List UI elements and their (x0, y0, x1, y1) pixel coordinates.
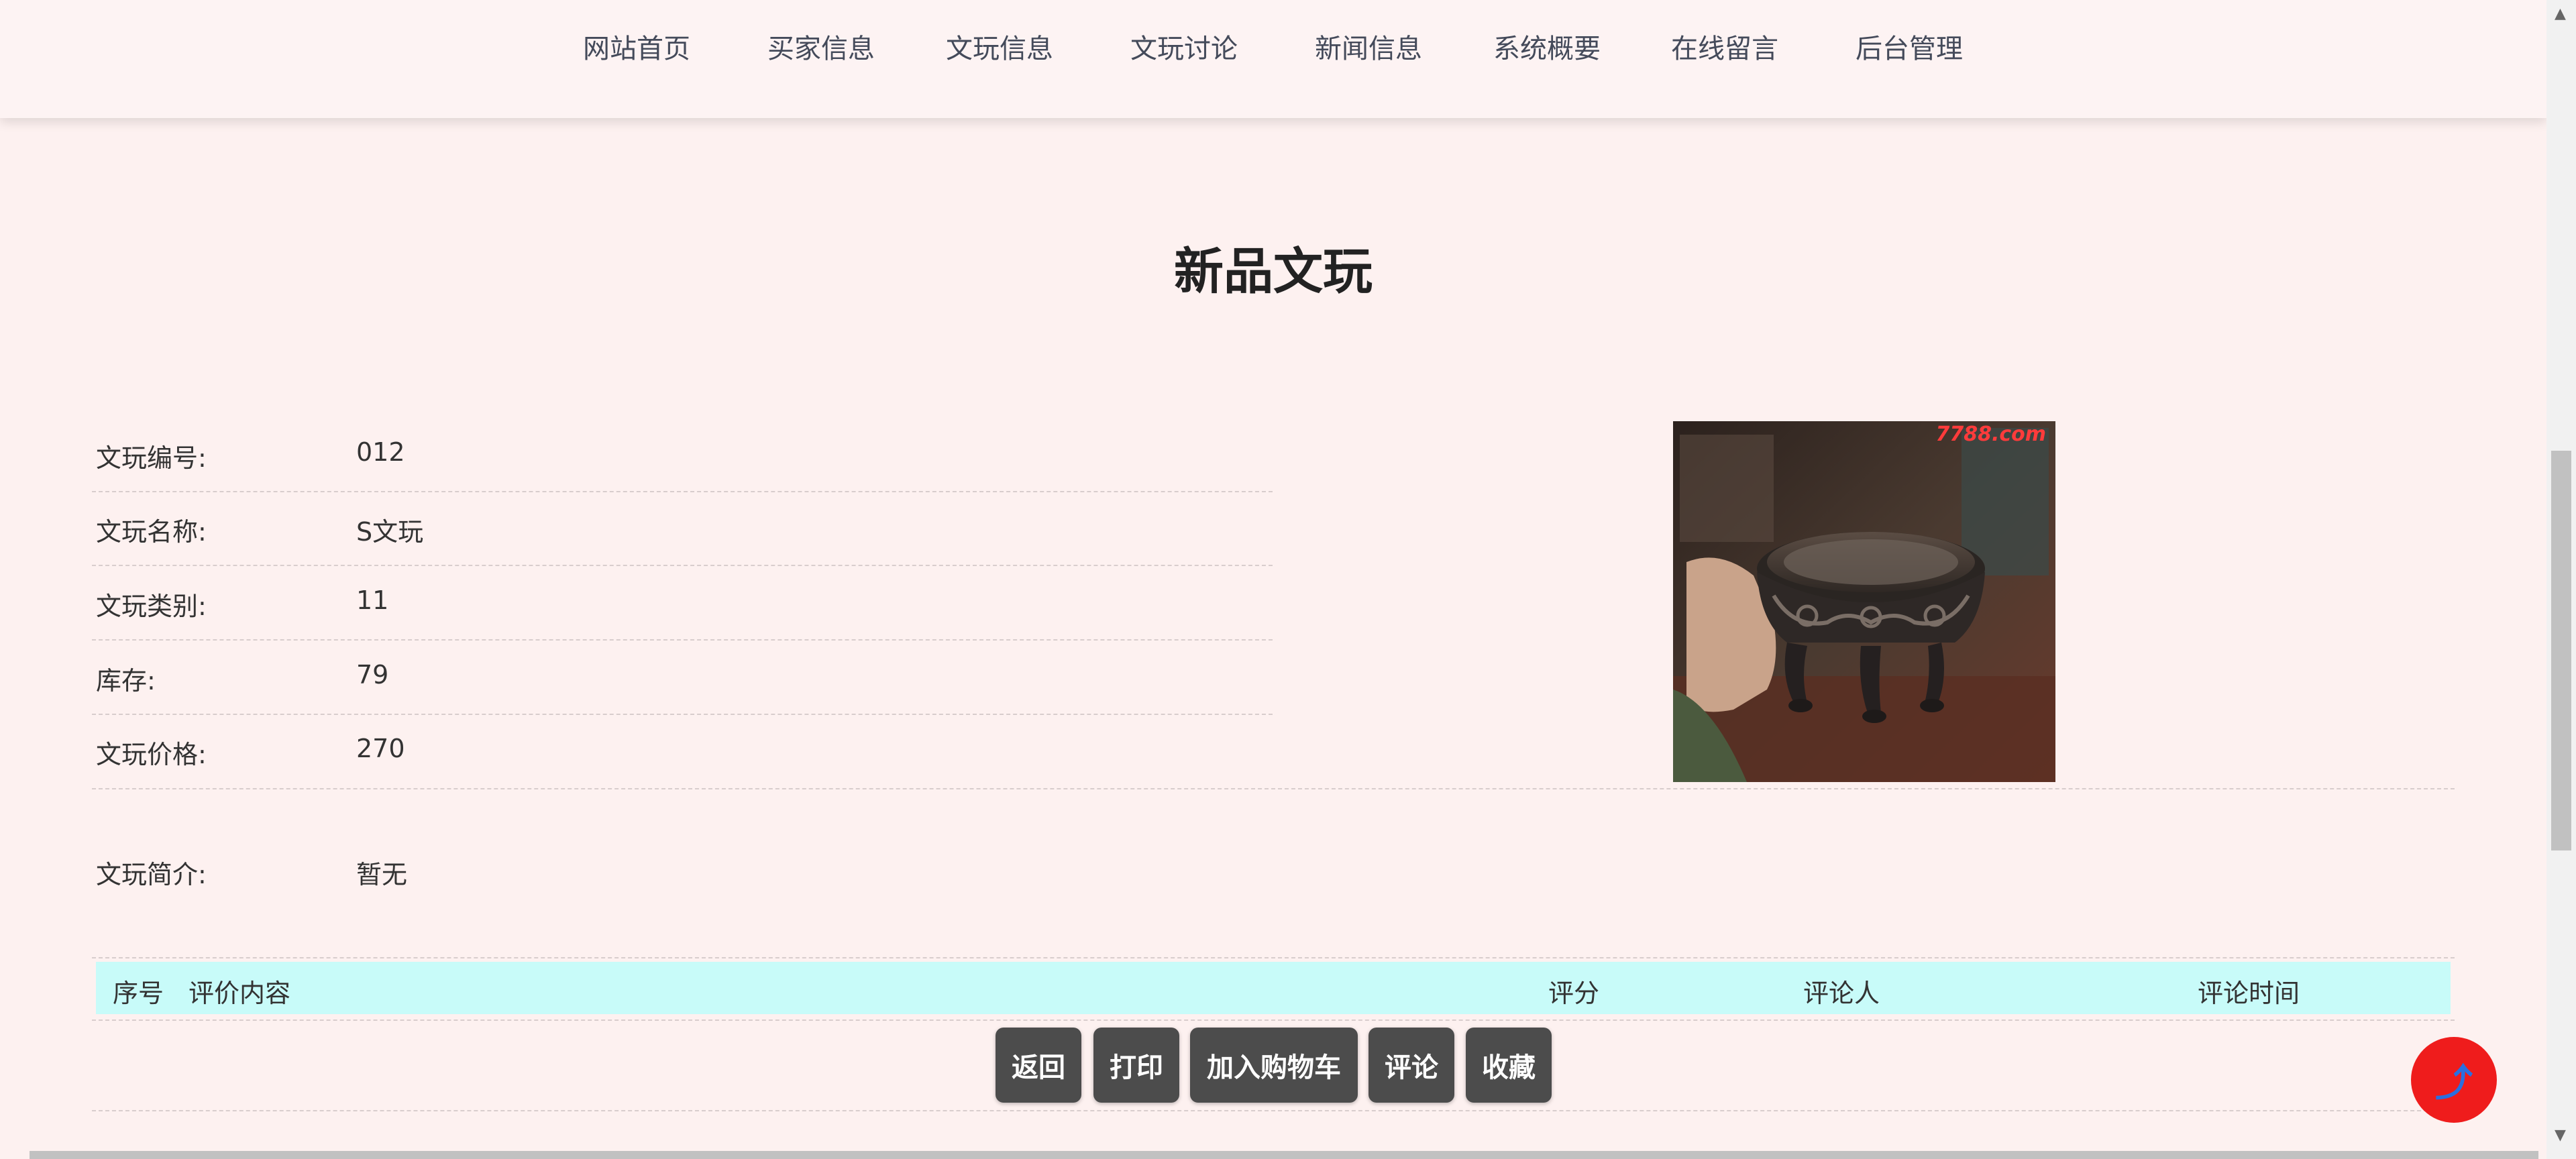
divider (92, 957, 2455, 958)
detail-value: 012 (356, 437, 405, 467)
arrow-up-icon: ⤴ (2435, 1061, 2473, 1105)
back-button[interactable]: 返回 (996, 1028, 1081, 1103)
add-to-cart-button[interactable]: 加入购物车 (1190, 1028, 1358, 1103)
nav-item-news[interactable]: 新闻信息 (1315, 27, 1422, 66)
nav-item-discussion[interactable]: 文玩讨论 (1130, 27, 1238, 66)
scroll-up-icon[interactable]: ▲ (2555, 5, 2566, 22)
detail-row-name: 文玩名称: S文玩 (92, 491, 1273, 566)
nav-item-buyers[interactable]: 买家信息 (767, 27, 875, 66)
detail-label: 文玩类别: (96, 592, 207, 621)
detail-value: 270 (356, 734, 405, 763)
divider (92, 788, 2455, 789)
image-watermark: 7788.com (1935, 423, 2046, 446)
detail-label: 文玩价格: (96, 740, 207, 769)
detail-value: S文玩 (356, 517, 424, 547)
column-header-content: 评价内容 (189, 979, 291, 1008)
page-title: 新品文玩 (1174, 243, 1373, 300)
detail-value: 79 (356, 660, 389, 689)
divider (92, 1110, 2455, 1111)
nav-item-antiques[interactable]: 文玩信息 (946, 27, 1053, 66)
detail-row-number: 文玩编号: 012 (92, 417, 1273, 492)
horizontal-scrollbar[interactable] (30, 1151, 2538, 1159)
detail-row-stock: 库存: 79 (92, 640, 1273, 715)
scrollbar-thumb[interactable] (2551, 451, 2571, 850)
detail-row-price: 文玩价格: 270 (92, 714, 1273, 787)
detail-row-category: 文玩类别: 11 (92, 565, 1273, 641)
nav-item-messages[interactable]: 在线留言 (1671, 27, 1778, 66)
detail-label: 文玩名称: (96, 517, 207, 547)
column-header-index: 序号 (113, 979, 164, 1008)
scroll-to-top-button[interactable]: ⤴ (2411, 1037, 2497, 1123)
intro-label: 文玩简介: (96, 860, 207, 889)
scroll-down-icon[interactable]: ▼ (2555, 1127, 2566, 1144)
vertical-scrollbar[interactable]: ▲ ▼ (2546, 0, 2576, 1159)
detail-label: 文玩编号: (96, 443, 207, 473)
product-image: 7788.com (1673, 421, 2055, 782)
reviews-table-header: 序号 评价内容 评分 评论人 评论时间 (96, 962, 2451, 1014)
detail-label: 库存: (96, 666, 156, 696)
column-header-score: 评分 (1548, 979, 1600, 1008)
top-navigation: 网站首页 买家信息 文玩信息 文玩讨论 新闻信息 系统概要 在线留言 后台管理 (0, 0, 2546, 118)
print-button[interactable]: 打印 (1093, 1028, 1179, 1103)
nav-item-overview[interactable]: 系统概要 (1493, 27, 1601, 66)
nav-item-home[interactable]: 网站首页 (583, 27, 690, 66)
intro-value: 暂无 (356, 860, 408, 889)
column-header-time: 评论时间 (2198, 979, 2300, 1008)
divider (92, 1019, 2455, 1021)
detail-value: 11 (356, 586, 389, 615)
nav-item-admin[interactable]: 后台管理 (1856, 27, 1963, 66)
favorite-button[interactable]: 收藏 (1466, 1028, 1552, 1103)
comment-button[interactable]: 评论 (1368, 1028, 1454, 1103)
column-header-reviewer: 评论人 (1803, 979, 1880, 1008)
